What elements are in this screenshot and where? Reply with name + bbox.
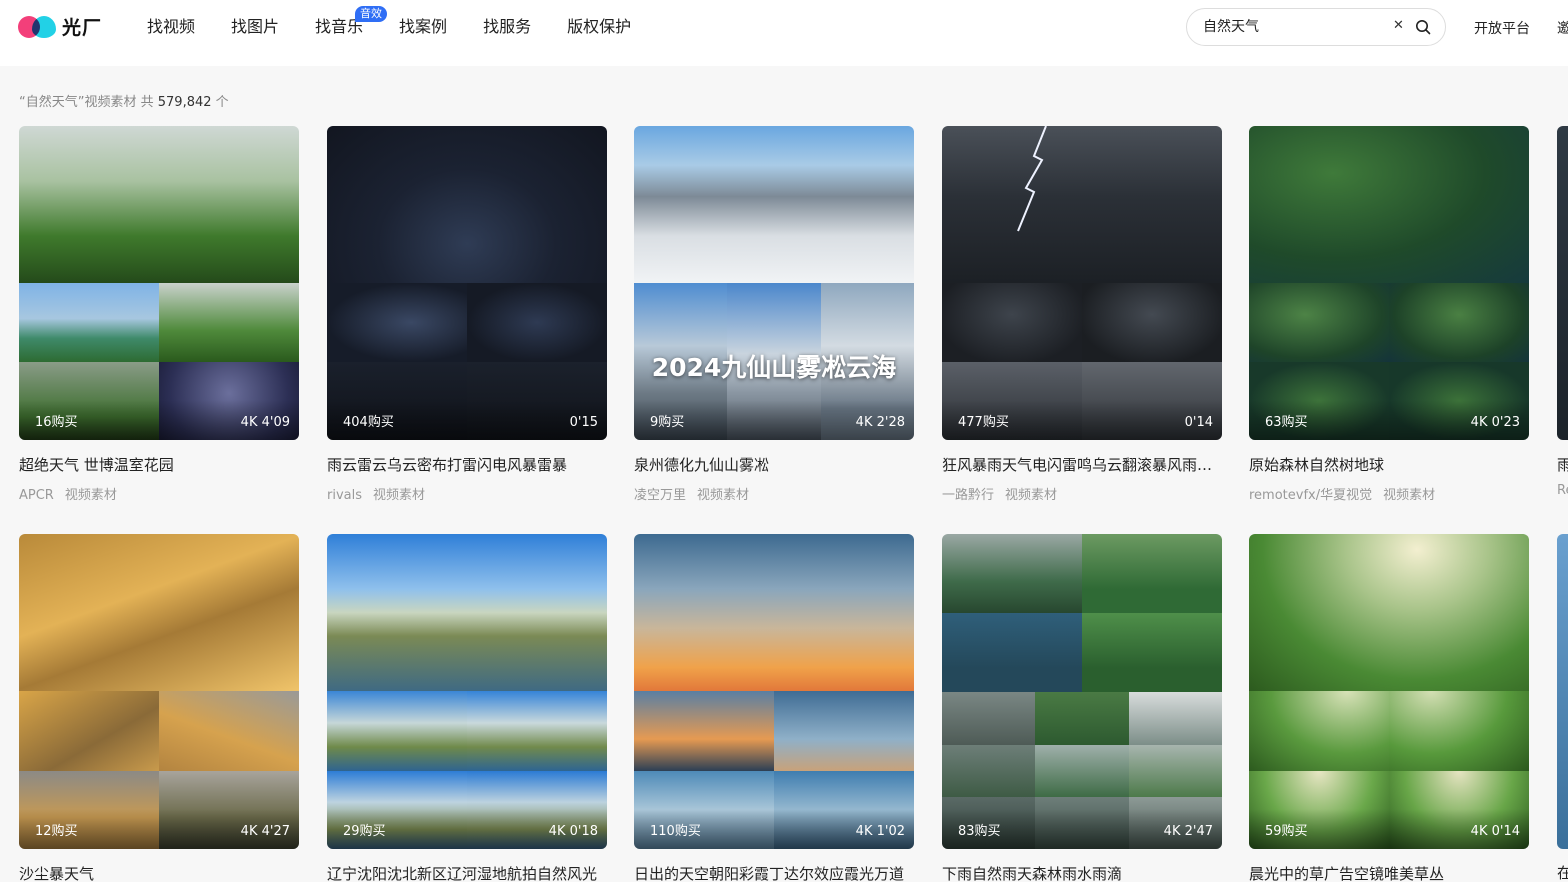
asset-type: 视频素材 [373,488,426,503]
video-title[interactable]: 超绝天气 世博温室花园 [19,454,295,475]
buyer-count: 9购买 [650,415,685,430]
duration: 4K 0'23 [1470,415,1520,430]
video-title[interactable]: 雨云雷云乌云密布打雷闪电风暴雷暴 [327,454,603,475]
buyer-count: 83购买 [958,824,1001,839]
video-card[interactable]: 477购买 0'14 狂风暴雨天气电闪雷鸣乌云翻滚暴风雨黑云 一路黔行 视频素材 [942,126,1222,503]
video-meta: APCR 视频素材 [19,484,299,503]
video-thumbnail[interactable]: 2024九仙山雾凇云海 9购买 4K 2'28 [634,126,914,440]
asset-type: 视频素材 [64,488,117,503]
video-title[interactable]: 狂风暴雨天气电闪雷鸣乌云翻滚暴风雨黑云 [942,454,1218,475]
result-number: 579,842 [157,95,212,110]
author-link[interactable]: remotevfx/华夏视觉 [1249,488,1372,503]
buyer-count: 477购买 [958,415,1009,430]
duration: 4K 2'28 [855,415,905,430]
author-link[interactable]: APCR [19,488,54,503]
buyer-count: 59购买 [1265,824,1308,839]
buyer-count: 16购买 [35,415,78,430]
overlay-caption: 2024九仙山雾凇云海 [651,353,897,382]
video-card[interactable]: 404购买 0'15 雨云雷云乌云密布打雷闪电风暴雷暴 rivals 视频素材 [327,126,607,503]
search-box: ✕ [1186,8,1446,46]
nav-copyright[interactable]: 版权保护 [567,16,631,38]
duration: 4K 4'09 [240,415,290,430]
video-thumbnail[interactable]: 63购买 4K 0'23 [1249,126,1529,440]
video-meta: 凌空万里 视频素材 [634,484,914,503]
duration: 0'15 [569,415,598,430]
video-thumbnail[interactable] [1557,126,1568,440]
buyer-count: 404购买 [343,415,394,430]
video-title[interactable]: 日出的天空朝阳彩霞丁达尔效应霞光万道 [634,863,910,882]
open-platform-link[interactable]: 开放平台 [1474,18,1530,38]
video-card[interactable]: 63购买 4K 0'23 原始森林自然树地球 remotevfx/华夏视觉 视频素… [1249,126,1529,503]
video-title[interactable]: 在 [1557,862,1568,882]
main-nav: 找视频 找图片 找音乐 音效 找案例 找服务 版权保护 [147,6,667,38]
buyer-count: 110购买 [650,824,701,839]
nav-find-video[interactable]: 找视频 [147,16,195,38]
logo-mark-icon [18,14,58,40]
asset-type: 视频素材 [1383,488,1436,503]
video-thumbnail[interactable]: 477购买 0'14 [942,126,1222,440]
result-count: “自然天气”视频素材 共 579,842 个 [19,91,229,110]
duration: 4K 2'47 [1163,824,1213,839]
video-card[interactable]: 16购买 4K 4'09 超绝天气 世博温室花园 APCR 视频素材 [19,126,299,503]
author-link[interactable]: 凌空万里 [634,488,686,503]
video-thumbnail[interactable]: 110购买 4K 1'02 [634,534,914,849]
video-title[interactable]: 原始森林自然树地球 [1249,454,1525,475]
video-title[interactable]: 沙尘暴天气 [19,863,295,882]
video-card[interactable]: 83购买 4K 2'47 下雨自然雨天森林雨水雨滴 [942,534,1222,882]
video-thumbnail[interactable]: 12购买 4K 4'27 [19,534,299,849]
video-title[interactable]: 下雨自然雨天森林雨水雨滴 [942,863,1218,882]
video-title[interactable]: 泉州德化九仙山雾凇 [634,454,910,475]
buyer-count: 12购买 [35,824,78,839]
video-thumbnail[interactable]: 29购买 4K 0'18 [327,534,607,849]
duration: 4K 0'18 [548,824,598,839]
search-icon[interactable] [1415,19,1431,35]
video-thumbnail[interactable] [1557,534,1568,849]
author-link[interactable]: rivals [327,488,362,503]
result-suffix: 个 [211,95,229,110]
logo[interactable]: 光厂 [18,13,102,40]
video-thumbnail[interactable]: 59购买 4K 0'14 [1249,534,1529,849]
buyer-count: 29购买 [343,824,386,839]
nav-find-service[interactable]: 找服务 [483,16,531,38]
video-card[interactable]: 59购买 4K 0'14 晨光中的草广告空镜唯美草丛 [1249,534,1529,882]
video-title[interactable]: 晨光中的草广告空镜唯美草丛 [1249,863,1525,882]
top-header: 光厂 找视频 找图片 找音乐 音效 找案例 找服务 版权保护 ✕ 开放平台 邀 [0,0,1568,66]
video-card[interactable]: 110购买 4K 1'02 日出的天空朝阳彩霞丁达尔效应霞光万道 [634,534,914,882]
video-meta: rivals 视频素材 [327,484,607,503]
video-title[interactable]: 雨 [1557,454,1568,475]
video-thumbnail[interactable]: 83购买 4K 2'47 [942,534,1222,849]
asset-type: 视频素材 [697,488,750,503]
video-title[interactable]: 辽宁沈阳沈北新区辽河湿地航拍自然风光 [327,863,603,882]
invite-link[interactable]: 邀 [1557,18,1568,38]
video-meta: 一路黔行 视频素材 [942,484,1222,503]
lightning-bolt-icon [1017,126,1047,232]
duration: 0'14 [1184,415,1213,430]
close-icon[interactable]: ✕ [1393,18,1404,33]
video-thumbnail[interactable]: 404购买 0'15 [327,126,607,440]
video-thumbnail[interactable]: 16购买 4K 4'09 [19,126,299,440]
sound-effects-badge[interactable]: 音效 [355,6,388,22]
video-card[interactable]: 29购买 4K 0'18 辽宁沈阳沈北新区辽河湿地航拍自然风光 [327,534,607,882]
duration: 4K 0'14 [1470,824,1520,839]
duration: 4K 4'27 [240,824,290,839]
result-prefix: “自然天气”视频素材 共 [19,95,158,110]
author-link[interactable]: 一路黔行 [942,488,994,503]
nav-find-music[interactable]: 找音乐 音效 [315,6,388,38]
duration: 4K 1'02 [855,824,905,839]
logo-text: 光厂 [62,17,103,39]
nav-find-case[interactable]: 找案例 [399,16,447,38]
nav-find-image[interactable]: 找图片 [231,16,279,38]
video-card[interactable]: 2024九仙山雾凇云海 9购买 4K 2'28 泉州德化九仙山雾凇 凌空万里 视频… [634,126,914,503]
video-meta: remotevfx/华夏视觉 视频素材 [1249,484,1529,503]
search-input[interactable] [1203,18,1383,34]
asset-type: 视频素材 [1005,488,1058,503]
author-link[interactable]: Re [1557,483,1568,498]
buyer-count: 63购买 [1265,415,1308,430]
video-card[interactable]: 12购买 4K 4'27 沙尘暴天气 [19,534,299,882]
